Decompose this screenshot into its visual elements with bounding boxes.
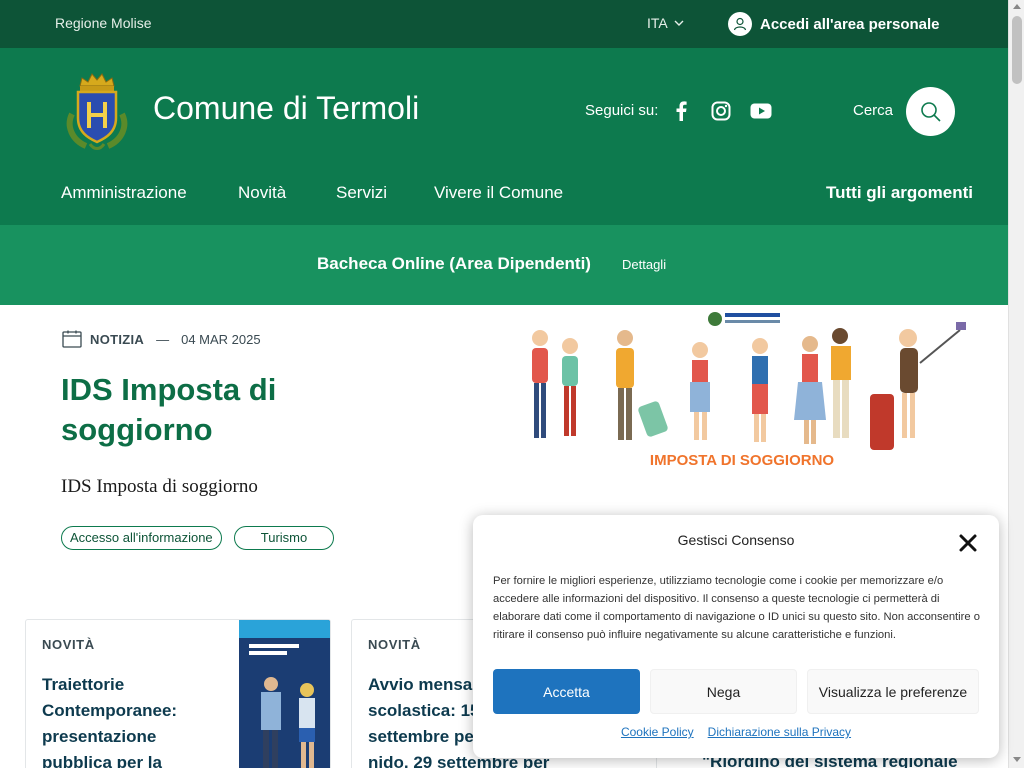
language-label: ITA [647,15,668,31]
city-crest-logo[interactable] [64,68,130,154]
cookie-text: Per fornire le migliori esperienze, util… [493,575,980,641]
deny-button[interactable]: Nega [650,669,797,714]
main-nav: Amministrazione Novità Servizi Vivere il… [0,181,1008,211]
cookie-links: Cookie Policy Dichiarazione sulla Privac… [473,725,999,739]
card-category: NOVITÀ [368,637,421,652]
cookie-consent-dialog: Gestisci Consenso Per fornire le miglior… [473,515,999,758]
search-icon [920,101,941,122]
youtube-icon[interactable] [750,100,772,122]
chevron-down-icon [674,20,684,26]
language-selector[interactable]: ITA [647,15,684,31]
hero-illustration[interactable]: IMPOSTA DI SOGGIORNO [520,308,970,473]
page-scrollbar[interactable] [1008,0,1024,768]
site-title[interactable]: Comune di Termoli [153,90,419,127]
search-button[interactable] [906,87,955,136]
top-bar: Regione Molise ITA Accedi all'area perso… [0,0,1008,48]
tag-accesso-informazione[interactable]: Accesso all'informazione [61,526,222,550]
card-thumbnail [239,620,330,768]
nav-item-novita[interactable]: Novità [238,183,286,203]
follow-label: Seguici su: [585,102,659,119]
facebook-icon[interactable] [670,100,692,122]
notice-details-link[interactable]: Dettagli [622,257,666,272]
scrollbar-thumb[interactable] [1012,16,1022,84]
notice-banner: Bacheca Online (Area Dipendenti) Dettagl… [0,225,1008,305]
close-icon[interactable] [958,533,978,553]
view-preferences-button[interactable]: Visualizza le preferenze [807,669,979,714]
nav-all-topics[interactable]: Tutti gli argomenti [826,183,973,203]
login-label: Accedi all'area personale [760,15,940,33]
tag-turismo[interactable]: Turismo [234,526,334,550]
cookie-title: Gestisci Consenso [677,532,795,548]
notice-title: Bacheca Online (Area Dipendenti) [317,254,591,273]
hero-date: 04 MAR 2025 [181,331,261,347]
accept-button[interactable]: Accetta [493,669,640,714]
user-icon [728,12,752,36]
instagram-icon[interactable] [710,100,732,122]
nav-item-vivere-il-comune[interactable]: Vivere il Comune [434,183,563,203]
meta-separator: — [156,331,170,347]
card-title[interactable]: Traiettorie Contemporanee: presentazione… [42,672,177,768]
calendar-icon [62,330,82,348]
privacy-link[interactable]: Dichiarazione sulla Privacy [708,725,851,739]
hero-kind: NOTIZIA [90,331,145,347]
card-category: NOVITÀ [42,637,95,652]
hero-image-caption: IMPOSTA DI SOGGIORNO [650,452,835,469]
hero-meta: NOTIZIA — 04 MAR 2025 [62,330,261,348]
page: Regione Molise ITA Accedi all'area perso… [0,0,1024,768]
scroll-up-icon[interactable] [1013,4,1021,9]
scroll-down-icon[interactable] [1013,757,1021,762]
cookie-policy-link[interactable]: Cookie Policy [621,725,694,739]
login-link[interactable]: Accedi all'area personale [728,12,940,36]
hero-title[interactable]: IDS Imposta di soggiorno [61,370,421,450]
nav-item-servizi[interactable]: Servizi [336,183,387,203]
site-header: Comune di Termoli Seguici su: Cerca Ammi… [0,48,1008,225]
region-link[interactable]: Regione Molise [55,15,152,31]
nav-item-amministrazione[interactable]: Amministrazione [61,183,187,203]
search-label: Cerca [853,102,894,119]
news-card[interactable]: NOVITÀ Traiettorie Contemporanee: presen… [25,619,331,768]
hero-subtitle: IDS Imposta di soggiorno [61,476,258,497]
